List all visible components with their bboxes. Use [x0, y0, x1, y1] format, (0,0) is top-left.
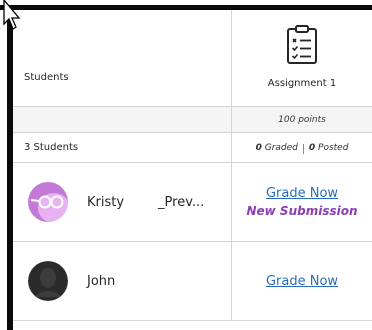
- avatar-silhouette-icon: [28, 261, 68, 301]
- assignment-status-summary: 0 Graded 0 Posted: [232, 133, 372, 162]
- student-row: Kristy _Prev... Grade Now New Submission: [13, 163, 372, 242]
- points-row: 100 points: [13, 107, 372, 133]
- graded-count: 0: [255, 142, 262, 153]
- grade-now-link[interactable]: Grade Now: [266, 186, 338, 201]
- grade-cell: Grade Now New Submission: [232, 163, 372, 241]
- assignment-name: Assignment 1: [267, 78, 337, 89]
- grade-cell: Grade Now: [232, 242, 372, 320]
- avatar-purple-glasses-icon: [28, 182, 68, 222]
- posted-count: 0: [308, 142, 316, 153]
- grid-header-row: Students Assignment 1: [13, 10, 372, 107]
- summary-separator: [302, 144, 304, 154]
- graded-label: Graded: [264, 142, 298, 153]
- assignment-points: 100 points: [278, 114, 326, 125]
- grade-now-link[interactable]: Grade Now: [266, 274, 338, 289]
- new-submission-badge: New Submission: [246, 204, 358, 218]
- students-header-label: Students: [24, 72, 69, 83]
- student-name-suffix: _Prev...: [158, 194, 205, 210]
- assignment-column-header[interactable]: Assignment 1: [232, 10, 372, 106]
- student-cell[interactable]: John: [13, 242, 232, 320]
- gradebook-panel: Students Assignment 1 100 points 3 Stude…: [0, 0, 372, 330]
- student-row: John Grade Now: [13, 242, 372, 321]
- posted-label: Posted: [318, 142, 349, 153]
- summary-row: 3 Students 0 Graded 0 Posted: [13, 133, 372, 163]
- student-cell[interactable]: Kristy _Prev...: [13, 163, 232, 241]
- student-name: Kristy: [87, 194, 125, 210]
- students-column-header[interactable]: Students: [13, 10, 232, 106]
- student-name: John: [87, 273, 116, 289]
- gradebook-grid: Students Assignment 1 100 points 3 Stude…: [13, 10, 372, 321]
- checklist-icon: [287, 25, 317, 64]
- student-count: 3 Students: [13, 133, 232, 162]
- points-row-spacer: [13, 107, 232, 132]
